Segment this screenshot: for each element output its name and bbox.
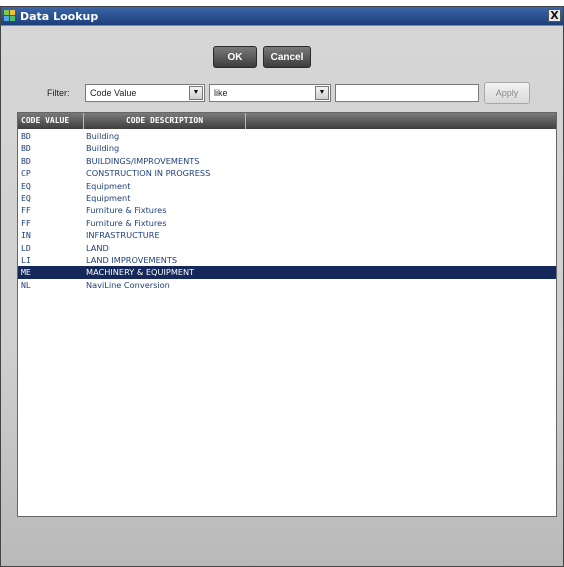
column-header-empty — [246, 113, 556, 129]
table-rows: BD Building BD Building BD BUILDINGS/IMP… — [18, 130, 556, 291]
cell-code: BD — [21, 131, 31, 141]
table-row[interactable]: LI LAND IMPROVEMENTS — [18, 254, 556, 266]
cell-description: BUILDINGS/IMPROVEMENTS — [86, 155, 200, 166]
lookup-results-table: CODE VALUE CODE DESCRIPTION BD Building … — [17, 112, 557, 517]
cell-code: EQ — [21, 192, 31, 203]
cell-code: BD — [21, 143, 31, 154]
close-icon: X — [550, 9, 559, 22]
title-bar[interactable]: Data Lookup X — [1, 7, 563, 25]
table-row[interactable]: EQ Equipment — [18, 192, 556, 204]
ok-button[interactable]: OK — [213, 46, 257, 68]
table-row[interactable]: FF Furniture & Fixtures — [18, 217, 556, 229]
filter-operator-value: like — [214, 88, 228, 98]
cell-description: Furniture & Fixtures — [86, 217, 167, 228]
cell-description: INFRASTRUCTURE — [86, 230, 160, 241]
cell-description: Building — [86, 131, 120, 141]
filter-label: Filter: — [47, 88, 70, 98]
window-title: Data Lookup — [20, 9, 99, 23]
cell-description: Equipment — [86, 192, 131, 203]
cell-code: LD — [21, 242, 31, 253]
cell-description: Building — [86, 143, 120, 154]
table-row[interactable]: IN INFRASTRUCTURE — [18, 229, 556, 241]
table-header: CODE VALUE CODE DESCRIPTION — [18, 113, 556, 129]
table-row[interactable]: BD BUILDINGS/IMPROVEMENTS — [18, 155, 556, 167]
column-header-code-value[interactable]: CODE VALUE — [18, 113, 84, 129]
filter-field-value: Code Value — [90, 88, 137, 98]
cell-description: CONSTRUCTION IN PROGRESS — [86, 168, 211, 179]
table-row[interactable]: EQ Equipment — [18, 180, 556, 192]
cell-code: IN — [21, 230, 31, 241]
table-row[interactable]: NL NaviLine Conversion — [18, 279, 556, 291]
cell-code: CP — [21, 168, 31, 179]
cell-description: Furniture & Fixtures — [86, 205, 167, 216]
filter-operator-select[interactable]: like ▼ — [209, 84, 331, 102]
table-row-selected[interactable]: ME MACHINERY & EQUIPMENT — [18, 266, 556, 279]
cell-description: Equipment — [86, 180, 131, 191]
cell-code: ME — [21, 267, 31, 278]
table-row[interactable]: FF Furniture & Fixtures — [18, 204, 556, 216]
data-lookup-window: Data Lookup X OK Cancel Filter: Code Val… — [0, 6, 564, 567]
filter-value-input[interactable] — [335, 84, 479, 102]
table-row[interactable]: BD Building — [18, 142, 556, 154]
dropdown-arrow-icon[interactable]: ▼ — [189, 86, 203, 100]
cell-code: BD — [21, 155, 31, 166]
table-row[interactable]: LD LAND — [18, 242, 556, 254]
cell-description: MACHINERY & EQUIPMENT — [86, 267, 195, 278]
cell-code: LI — [21, 254, 31, 265]
dropdown-arrow-icon[interactable]: ▼ — [315, 86, 329, 100]
filter-field-select[interactable]: Code Value ▼ — [85, 84, 205, 102]
cell-code: NL — [21, 279, 31, 290]
cell-description: NaviLine Conversion — [86, 279, 170, 290]
cell-code: EQ — [21, 180, 31, 191]
cell-description: LAND — [86, 242, 109, 253]
screen: Data Lookup X OK Cancel Filter: Code Val… — [0, 0, 564, 567]
table-row[interactable]: CP CONSTRUCTION IN PROGRESS — [18, 167, 556, 179]
cell-description: LAND IMPROVEMENTS — [86, 254, 178, 265]
app-windows-icon — [4, 10, 16, 22]
close-button[interactable]: X — [548, 9, 561, 22]
column-header-code-description[interactable]: CODE DESCRIPTION — [84, 113, 246, 129]
apply-button[interactable]: Apply — [484, 82, 530, 104]
table-row[interactable]: BD Building — [18, 130, 556, 142]
dialog-body: OK Cancel Filter: Code Value ▼ like ▼ Ap… — [1, 25, 563, 566]
cell-code: FF — [21, 205, 31, 216]
cancel-button[interactable]: Cancel — [263, 46, 311, 68]
cell-code: FF — [21, 217, 31, 228]
